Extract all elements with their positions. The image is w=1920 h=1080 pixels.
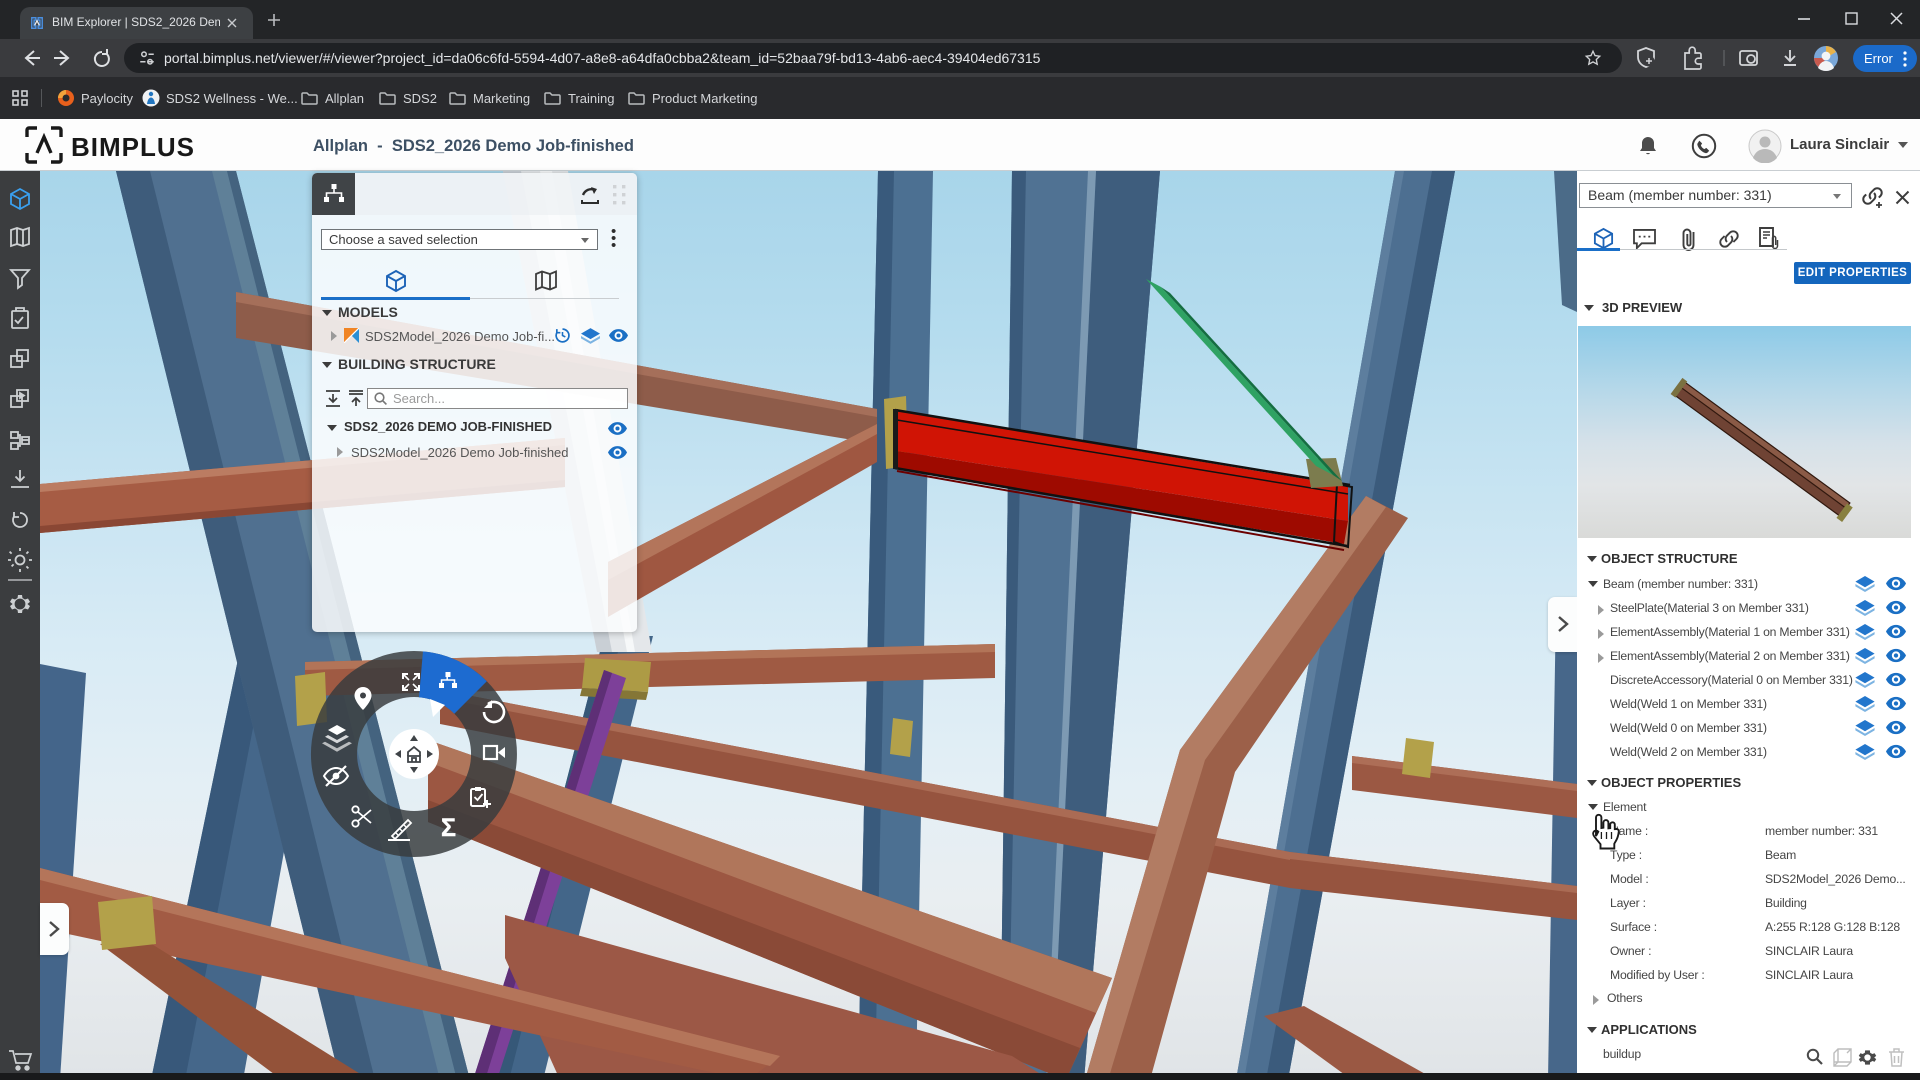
svg-text:Σ: Σ: [441, 814, 456, 842]
